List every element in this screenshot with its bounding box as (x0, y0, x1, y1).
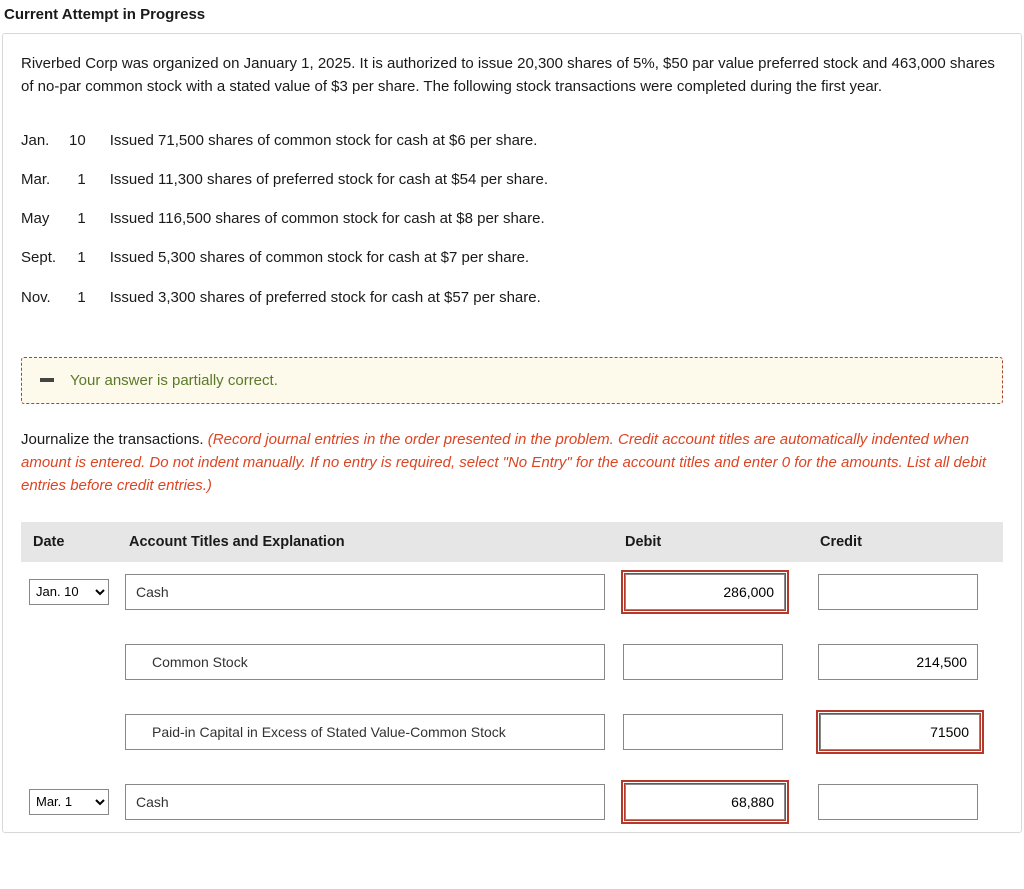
transaction-row: Jan. 10 Issued 71,500 shares of common s… (21, 121, 558, 160)
tx-desc: Issued 71,500 shares of common stock for… (110, 121, 558, 160)
journal-entry-table: Date Account Titles and Explanation Debi… (21, 522, 1003, 832)
date-select[interactable]: Mar. 1 (29, 789, 109, 815)
tx-desc: Issued 5,300 shares of common stock for … (110, 238, 558, 277)
credit-input[interactable] (818, 784, 978, 820)
account-input[interactable] (125, 714, 605, 750)
account-input[interactable] (125, 574, 605, 610)
debit-input[interactable] (625, 574, 785, 610)
transaction-row: May 1 Issued 116,500 shares of common st… (21, 199, 558, 238)
tx-day: 1 (69, 238, 110, 277)
transaction-row: Sept. 1 Issued 5,300 shares of common st… (21, 238, 558, 277)
answer-section: Your answer is partially correct. Journa… (21, 357, 1003, 832)
col-debit: Debit (613, 522, 808, 562)
account-input[interactable] (125, 784, 605, 820)
credit-input[interactable] (820, 714, 980, 750)
tx-month: May (21, 199, 69, 238)
question-panel: Riverbed Corp was organized on January 1… (2, 33, 1022, 833)
col-credit: Credit (808, 522, 1003, 562)
date-select[interactable]: Jan. 10 (29, 579, 109, 605)
tx-month: Sept. (21, 238, 69, 277)
debit-error-frame (621, 570, 789, 614)
tx-month: Nov. (21, 278, 69, 317)
credit-input[interactable] (818, 644, 978, 680)
debit-input[interactable] (625, 784, 785, 820)
entry-row: Mar. 1 (21, 772, 1003, 832)
feedback-text: Your answer is partially correct. (70, 372, 278, 389)
transaction-row: Nov. 1 Issued 3,300 shares of preferred … (21, 278, 558, 317)
transactions-list: Jan. 10 Issued 71,500 shares of common s… (21, 121, 558, 317)
credit-input[interactable] (818, 574, 978, 610)
minus-icon (40, 378, 54, 382)
tx-desc: Issued 3,300 shares of preferred stock f… (110, 278, 558, 317)
instructions: Journalize the transactions. (Record jou… (21, 428, 1003, 498)
table-header-row: Date Account Titles and Explanation Debi… (21, 522, 1003, 562)
debit-error-frame (621, 780, 789, 824)
col-date: Date (21, 522, 117, 562)
tx-day: 1 (69, 278, 110, 317)
entry-row (21, 632, 1003, 692)
page-title: Current Attempt in Progress (0, 0, 1024, 33)
tx-day: 1 (69, 199, 110, 238)
transaction-row: Mar. 1 Issued 11,300 shares of preferred… (21, 160, 558, 199)
problem-intro: Riverbed Corp was organized on January 1… (21, 52, 1003, 99)
instruction-lead: Journalize the transactions. (21, 431, 208, 448)
tx-month: Mar. (21, 160, 69, 199)
tx-day: 10 (69, 121, 110, 160)
tx-day: 1 (69, 160, 110, 199)
col-account: Account Titles and Explanation (117, 522, 613, 562)
feedback-banner: Your answer is partially correct. (21, 357, 1003, 404)
entry-row: Jan. 10 (21, 562, 1003, 622)
credit-error-frame (816, 710, 984, 754)
tx-desc: Issued 116,500 shares of common stock fo… (110, 199, 558, 238)
debit-input[interactable] (623, 714, 783, 750)
entry-row (21, 702, 1003, 762)
tx-desc: Issued 11,300 shares of preferred stock … (110, 160, 558, 199)
tx-month: Jan. (21, 121, 69, 160)
debit-input[interactable] (623, 644, 783, 680)
account-input[interactable] (125, 644, 605, 680)
